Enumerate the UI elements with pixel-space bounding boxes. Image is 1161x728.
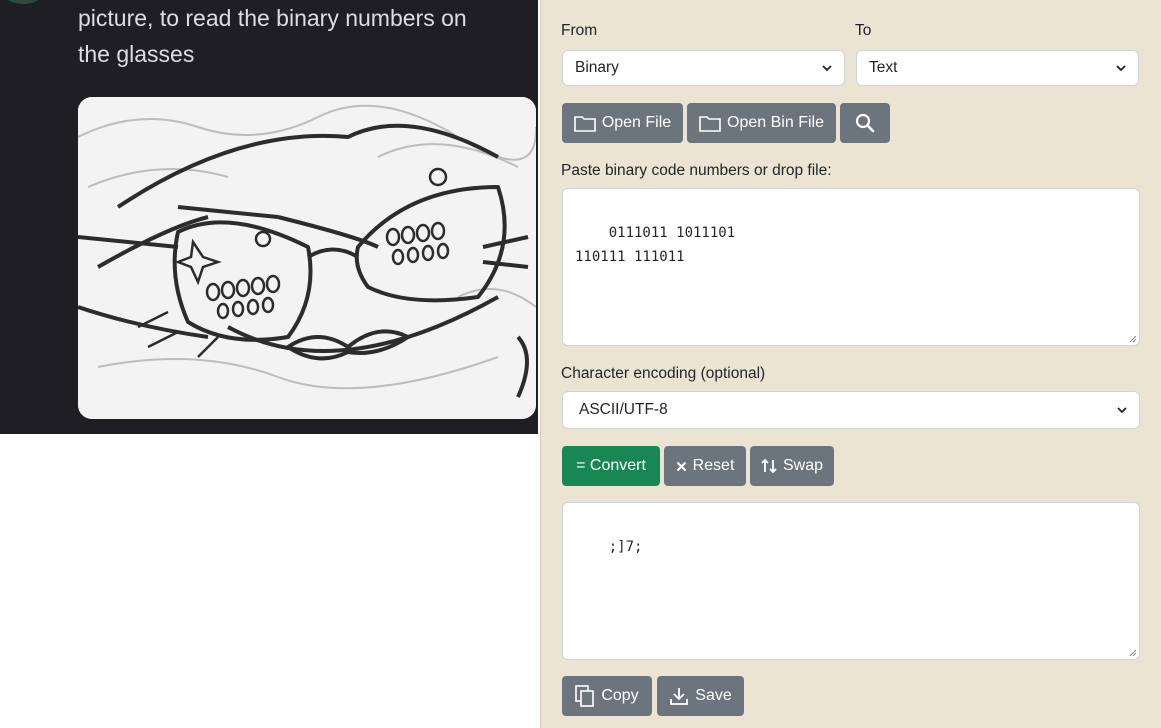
encoding-select-value: ASCII/UTF-8 — [579, 401, 668, 418]
encoding-label: Character encoding (optional) — [561, 365, 766, 382]
cat-sketch-image — [78, 97, 536, 419]
chat-message-line-1: picture, to read the binary numbers on — [78, 5, 467, 31]
chevron-down-icon — [1117, 407, 1127, 414]
open-file-button[interactable]: Open File — [562, 103, 683, 143]
binary-input-value: 0111011 1011101 110111 111011 — [575, 225, 736, 265]
close-icon — [676, 461, 687, 472]
avatar — [2, 0, 44, 4]
save-label: Save — [695, 687, 732, 704]
binary-input-textarea[interactable]: 0111011 1011101 110111 111011 — [562, 188, 1140, 346]
save-button[interactable]: Save — [657, 676, 744, 716]
encoding-select[interactable]: ASCII/UTF-8 — [562, 391, 1140, 429]
convert-button[interactable]: = Convert — [562, 446, 660, 486]
swap-label: Swap — [782, 457, 824, 474]
resize-grip-icon[interactable] — [1129, 335, 1137, 343]
swap-arrows-icon — [761, 458, 777, 474]
from-select-value: Binary — [575, 59, 619, 76]
copy-label: Copy — [601, 687, 639, 704]
binary-converter-panel: From To Binary Text Open File Open Bin F… — [540, 0, 1161, 728]
to-select[interactable]: Text — [856, 50, 1139, 86]
copy-icon — [575, 685, 595, 707]
chat-message: picture, to read the binary numbers on t… — [78, 0, 533, 72]
to-label: To — [855, 22, 872, 39]
to-select-value: Text — [869, 59, 898, 76]
download-icon — [669, 686, 689, 706]
open-file-label: Open File — [601, 114, 672, 131]
folder-icon — [574, 114, 596, 132]
resize-grip-icon[interactable] — [1129, 649, 1137, 657]
swap-button[interactable]: Swap — [750, 446, 834, 486]
text-output-value: ;]7; — [608, 539, 643, 555]
copy-button[interactable]: Copy — [562, 676, 652, 716]
text-output-textarea[interactable]: ;]7; — [562, 502, 1140, 660]
search-button[interactable] — [840, 103, 890, 143]
from-label: From — [561, 22, 598, 39]
chevron-down-icon — [822, 65, 832, 72]
input-label: Paste binary code numbers or drop file: — [561, 162, 832, 179]
reset-button[interactable]: Reset — [664, 446, 746, 486]
open-bin-file-button[interactable]: Open Bin File — [687, 103, 836, 143]
chat-screenshot: picture, to read the binary numbers on t… — [0, 0, 538, 434]
reset-label: Reset — [692, 457, 735, 474]
attached-image-cat-with-glasses[interactable] — [78, 97, 536, 419]
folder-icon — [699, 114, 721, 132]
chevron-down-icon — [1116, 65, 1126, 72]
convert-label: = Convert — [576, 457, 646, 474]
from-select[interactable]: Binary — [562, 50, 845, 86]
open-bin-file-label: Open Bin File — [727, 114, 824, 131]
chat-message-line-2: the glasses — [78, 41, 195, 67]
search-icon — [855, 113, 875, 133]
